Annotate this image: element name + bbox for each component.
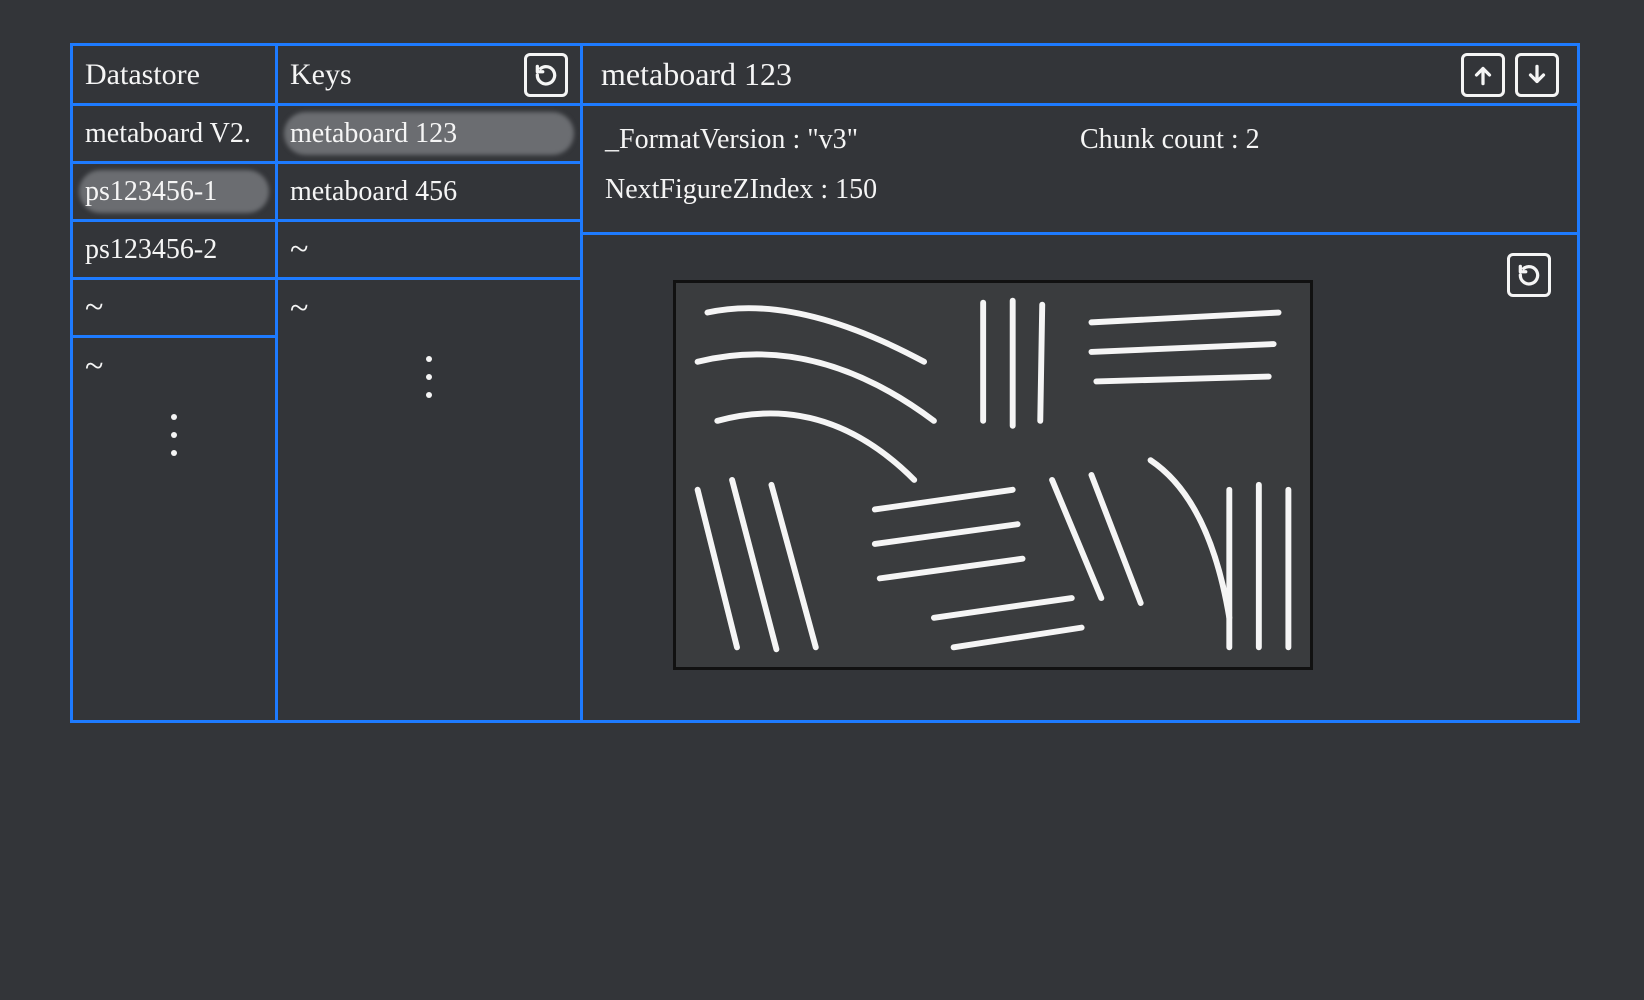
key-item[interactable]: metaboard 456	[278, 164, 580, 222]
keys-column: Keys metaboard 123 metaboard 456 ~ ~	[278, 46, 583, 720]
download-button[interactable]	[1515, 53, 1559, 97]
keys-header: Keys	[278, 46, 580, 106]
datastore-item[interactable]: ps123456-1	[73, 164, 275, 222]
datastore-item[interactable]: ps123456-2	[73, 222, 275, 280]
datastore-item[interactable]: ~	[73, 338, 275, 396]
ellipsis-icon: ~	[290, 231, 312, 269]
key-item[interactable]: metaboard 123	[278, 106, 580, 164]
ellipsis-icon: ~	[85, 289, 107, 327]
refresh-icon	[1516, 262, 1542, 288]
meta-format-version: _FormatVersion "v3"	[605, 124, 1080, 156]
more-dots-icon	[278, 338, 580, 416]
meta-next-figure-zindex: NextFigureZIndex 150	[605, 174, 1555, 206]
upload-icon	[1470, 62, 1496, 88]
meta-chunk-count: Chunk count 2	[1080, 124, 1555, 156]
keys-title: Keys	[290, 58, 514, 92]
refresh-preview-button[interactable]	[1507, 253, 1551, 297]
download-icon	[1524, 62, 1550, 88]
detail-column: metaboard 123 _FormatVersion "v3" Chunk …	[583, 46, 1577, 720]
detail-body	[583, 235, 1577, 720]
refresh-icon	[533, 62, 559, 88]
datastore-title: Datastore	[85, 58, 263, 92]
refresh-keys-button[interactable]	[524, 53, 568, 97]
datastore-column: Datastore metaboard V2. ps123456-1 ps123…	[73, 46, 278, 720]
more-dots-icon	[73, 396, 275, 474]
board-preview	[673, 280, 1313, 670]
ellipsis-icon: ~	[85, 348, 107, 386]
datastore-item[interactable]: metaboard V2.	[73, 106, 275, 164]
detail-header: metaboard 123	[583, 46, 1577, 106]
upload-button[interactable]	[1461, 53, 1505, 97]
board-strokes-icon	[676, 283, 1310, 667]
ellipsis-icon: ~	[290, 290, 312, 328]
key-item[interactable]: ~	[278, 280, 580, 338]
app-frame: Datastore metaboard V2. ps123456-1 ps123…	[70, 43, 1580, 723]
datastore-item[interactable]: ~	[73, 280, 275, 338]
key-item[interactable]: ~	[278, 222, 580, 280]
datastore-header: Datastore	[73, 46, 275, 106]
detail-title: metaboard 123	[601, 56, 1451, 93]
detail-metadata: _FormatVersion "v3" Chunk count 2 NextFi…	[583, 106, 1577, 235]
